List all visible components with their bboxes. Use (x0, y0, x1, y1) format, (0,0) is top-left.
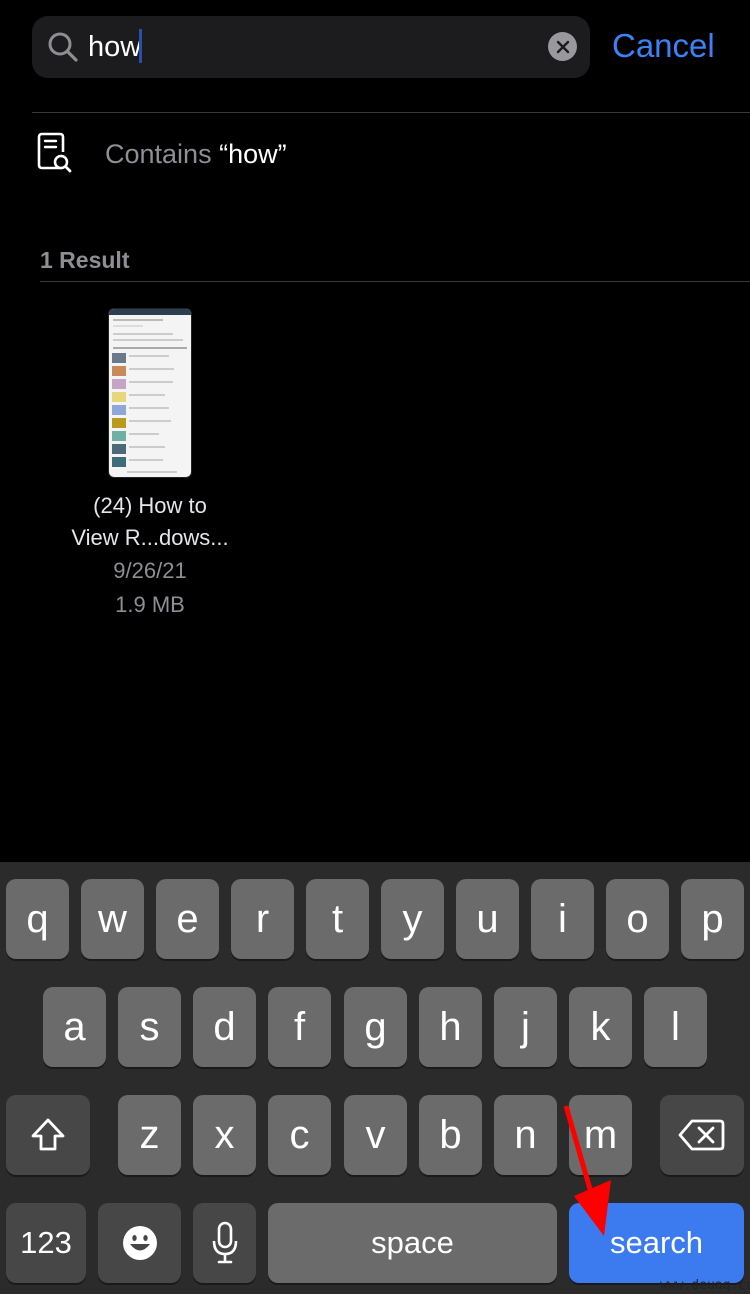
space-key[interactable]: space (268, 1203, 557, 1283)
document-search-icon (37, 132, 72, 173)
key-y[interactable]: y (381, 879, 444, 959)
text-caret (139, 29, 142, 63)
contains-label: Contains “how” (105, 136, 287, 172)
file-size: 1.9 MB (115, 592, 185, 617)
key-q[interactable]: q (6, 879, 69, 959)
key-j[interactable]: j (494, 987, 557, 1067)
key-f[interactable]: f (268, 987, 331, 1067)
key-g[interactable]: g (344, 987, 407, 1067)
shift-key[interactable] (6, 1095, 90, 1175)
file-date: 9/26/21 (113, 558, 187, 583)
delete-key[interactable] (660, 1095, 744, 1175)
result-file-item[interactable]: (24) How to View R...dows... 9/26/21 1.9… (50, 308, 250, 622)
contains-suggestion[interactable]: Contains “how” (0, 114, 750, 194)
key-n[interactable]: n (494, 1095, 557, 1175)
key-b[interactable]: b (419, 1095, 482, 1175)
key-d[interactable]: d (193, 987, 256, 1067)
key-t[interactable]: t (306, 879, 369, 959)
key-o[interactable]: o (606, 879, 669, 959)
results-count-header: 1 Result (40, 247, 130, 273)
key-l[interactable]: l (644, 987, 707, 1067)
microphone-key[interactable] (193, 1203, 256, 1283)
clear-icon (556, 40, 569, 53)
key-c[interactable]: c (268, 1095, 331, 1175)
divider (40, 281, 750, 282)
file-name: (24) How to View R...dows... (50, 490, 250, 554)
key-r[interactable]: r (231, 879, 294, 959)
key-w[interactable]: w (81, 879, 144, 959)
emoji-icon (122, 1226, 157, 1260)
magnifier-icon (48, 32, 78, 62)
emoji-key[interactable] (98, 1203, 181, 1283)
shift-icon (31, 1118, 65, 1151)
key-x[interactable]: x (193, 1095, 256, 1175)
key-h[interactable]: h (419, 987, 482, 1067)
key-e[interactable]: e (156, 879, 219, 959)
file-name-line-1: (24) How to (93, 493, 207, 518)
key-i[interactable]: i (531, 879, 594, 959)
key-u[interactable]: u (456, 879, 519, 959)
key-z[interactable]: z (118, 1095, 181, 1175)
key-v[interactable]: v (344, 1095, 407, 1175)
clear-search-button[interactable] (548, 32, 577, 61)
backspace-icon (678, 1119, 725, 1151)
key-k[interactable]: k (569, 987, 632, 1067)
file-thumbnail (108, 308, 192, 478)
cancel-button[interactable]: Cancel (612, 22, 715, 70)
key-s[interactable]: s (118, 987, 181, 1067)
search-input[interactable] (88, 24, 528, 70)
microphone-icon (212, 1221, 237, 1264)
numbers-key[interactable]: 123 (6, 1203, 86, 1283)
contains-prefix: Contains (105, 139, 220, 169)
divider (32, 112, 750, 113)
contains-term: “how” (219, 139, 287, 169)
key-p[interactable]: p (681, 879, 744, 959)
key-a[interactable]: a (43, 987, 106, 1067)
watermark: www.deuaq.com (660, 1278, 750, 1293)
file-name-line-2: View R...dows... (71, 525, 229, 550)
keyboard: q w e r t y u i o p a s d f g h j k l z … (0, 862, 750, 1294)
search-bar[interactable] (32, 16, 590, 78)
key-m[interactable]: m (569, 1095, 632, 1175)
search-key[interactable]: search (569, 1203, 744, 1283)
